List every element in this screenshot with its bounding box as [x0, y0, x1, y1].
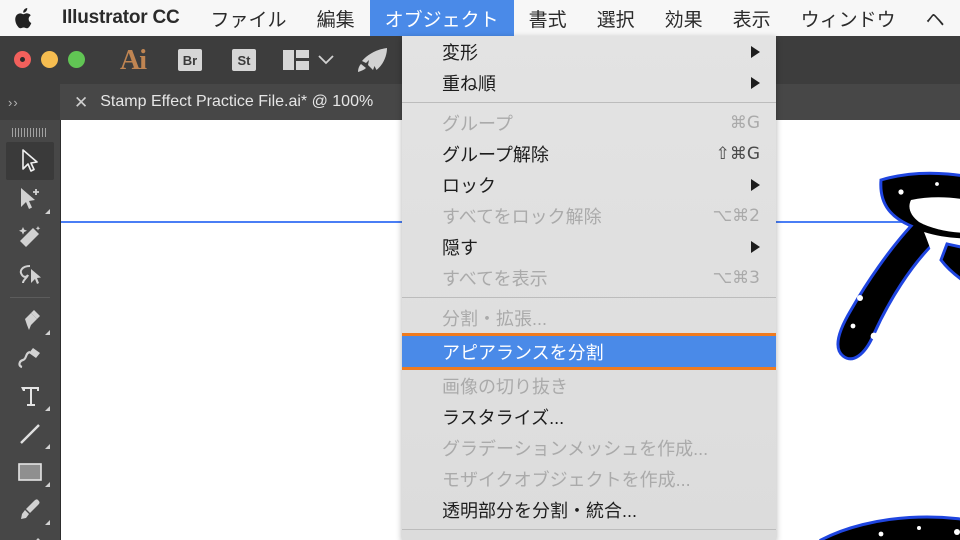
apple-logo-icon[interactable]: [0, 0, 46, 36]
magic-wand-tool[interactable]: [6, 218, 54, 256]
selection-tool[interactable]: [6, 142, 54, 180]
pen-tool[interactable]: [6, 301, 54, 339]
menu-item-transform[interactable]: 変形: [402, 36, 776, 67]
menu-separator: [402, 525, 776, 534]
menu-item-group: グループ ⌘G: [402, 107, 776, 138]
rectangle-tool[interactable]: [6, 453, 54, 491]
object-menu-dropdown[interactable]: 変形 重ね順 グループ ⌘G グループ解除 ⇧⌘G ロック すべてをロック解除 …: [402, 36, 776, 540]
menu-item-label: ラスタライズ...: [442, 407, 565, 428]
document-tab[interactable]: ✕ Stamp Effect Practice File.ai* @ 100%: [60, 84, 388, 120]
type-tool[interactable]: [6, 377, 54, 415]
curvature-tool[interactable]: [6, 339, 54, 377]
chevron-down-icon[interactable]: [318, 52, 334, 70]
tool-flyout-indicator[interactable]: [45, 330, 50, 335]
menu-item-label: ピクセルを最適化: [442, 537, 760, 540]
menu-item-label: 分割・拡張...: [442, 308, 548, 329]
line-segment-tool[interactable]: [6, 415, 54, 453]
illustrator-window: Illustrator CC ファイル 編集 オブジェクト 書式 選択 効果 表…: [0, 0, 960, 540]
menu-item-expand: 分割・拡張...: [402, 302, 776, 333]
shaper-tool[interactable]: [6, 529, 54, 540]
submenu-arrow-icon: [751, 240, 760, 253]
submenu-arrow-icon: [751, 178, 760, 191]
tools-divider: [10, 297, 50, 298]
menubar-item-effect[interactable]: 効果: [650, 0, 718, 36]
close-window-button[interactable]: [14, 51, 31, 68]
menu-separator: [402, 293, 776, 302]
menu-item-label: グループ解除: [442, 144, 549, 165]
menu-item-shortcut: ⇧⌘G: [715, 143, 760, 164]
menubar-item-object[interactable]: オブジェクト: [369, 0, 514, 36]
menu-item-label: モザイクオブジェクトを作成...: [442, 469, 691, 490]
tools-panel-drag-handle[interactable]: [12, 128, 48, 137]
menu-item-expand-appearance[interactable]: アピアランスを分割: [402, 333, 776, 370]
menu-item-label: 重ね順: [442, 73, 496, 94]
menu-item-label: アピアランスを分割: [442, 342, 604, 363]
menubar-app-name: Illustrator CC: [62, 7, 180, 28]
menu-item-label: すべてを表示: [442, 268, 548, 289]
direct-selection-tool[interactable]: [6, 180, 54, 218]
paintbrush-tool[interactable]: [6, 491, 54, 529]
menubar-item-select[interactable]: 選択: [582, 0, 650, 36]
menubar-item-help[interactable]: ヘ: [911, 0, 960, 36]
menu-item-arrange[interactable]: 重ね順: [402, 67, 776, 98]
menu-item-create-object-mosaic: モザイクオブジェクトを作成...: [402, 463, 776, 494]
menu-item-shortcut: ⌘G: [729, 112, 760, 133]
menu-separator: [402, 98, 776, 107]
menu-item-label: グラデーションメッシュを作成...: [442, 438, 709, 459]
minimize-window-button[interactable]: [41, 51, 58, 68]
illustrator-logo: Ai: [120, 45, 147, 76]
menu-item-label: すべてをロック解除: [442, 206, 602, 227]
menu-item-make-pixel-perfect[interactable]: ピクセルを最適化: [402, 534, 776, 540]
menu-item-unlock-all: すべてをロック解除 ⌥⌘2: [402, 200, 776, 231]
menubar-item-type[interactable]: 書式: [514, 0, 582, 36]
document-tab-title: Stamp Effect Practice File.ai* @ 100%: [100, 93, 374, 110]
menu-item-label: 変形: [442, 42, 478, 63]
menu-item-hide[interactable]: 隠す: [402, 231, 776, 262]
menu-item-ungroup[interactable]: グループ解除 ⇧⌘G: [402, 138, 776, 169]
menu-item-rasterize[interactable]: ラスタライズ...: [402, 401, 776, 432]
macos-menu-bar: Illustrator CC ファイル 編集 オブジェクト 書式 選択 効果 表…: [0, 0, 960, 36]
arrange-documents-icon[interactable]: [283, 50, 309, 70]
panel-expand-button[interactable]: ››: [0, 84, 60, 120]
menubar-item-file[interactable]: ファイル: [196, 0, 302, 36]
tool-flyout-indicator[interactable]: [45, 444, 50, 449]
menu-item-show-all: すべてを表示 ⌥⌘3: [402, 262, 776, 293]
menu-item-crop-image: 画像の切り抜き: [402, 370, 776, 401]
bridge-button[interactable]: Br: [178, 49, 202, 71]
menu-item-lock[interactable]: ロック: [402, 169, 776, 200]
tool-flyout-indicator[interactable]: [45, 520, 50, 525]
tool-flyout-indicator[interactable]: [45, 209, 50, 214]
submenu-arrow-icon: [751, 45, 760, 58]
menubar-item-window[interactable]: ウィンドウ: [786, 0, 911, 36]
tool-flyout-indicator[interactable]: [45, 406, 50, 411]
rocket-icon[interactable]: [355, 47, 389, 78]
menu-item-label: 隠す: [442, 237, 478, 258]
menu-item-shortcut: ⌥⌘3: [712, 267, 760, 288]
menubar-item-edit[interactable]: 編集: [302, 0, 370, 36]
tool-flyout-indicator[interactable]: [45, 482, 50, 487]
menu-item-flatten-transparency[interactable]: 透明部分を分割・統合...: [402, 494, 776, 525]
stock-button[interactable]: St: [232, 49, 256, 71]
close-icon[interactable]: ✕: [74, 94, 88, 111]
tools-panel: [0, 120, 61, 540]
menu-item-label: ロック: [442, 175, 496, 196]
submenu-arrow-icon: [751, 76, 760, 89]
menubar-item-view[interactable]: 表示: [718, 0, 786, 36]
menu-item-create-gradient-mesh: グラデーションメッシュを作成...: [402, 432, 776, 463]
lasso-tool[interactable]: [6, 256, 54, 294]
menu-item-label: グループ: [442, 113, 513, 134]
menu-item-label: 画像の切り抜き: [442, 376, 568, 397]
menu-item-shortcut: ⌥⌘2: [712, 205, 760, 226]
window-traffic-lights: [14, 51, 85, 68]
maximize-window-button[interactable]: [68, 51, 85, 68]
menu-item-label: 透明部分を分割・統合...: [442, 500, 638, 521]
